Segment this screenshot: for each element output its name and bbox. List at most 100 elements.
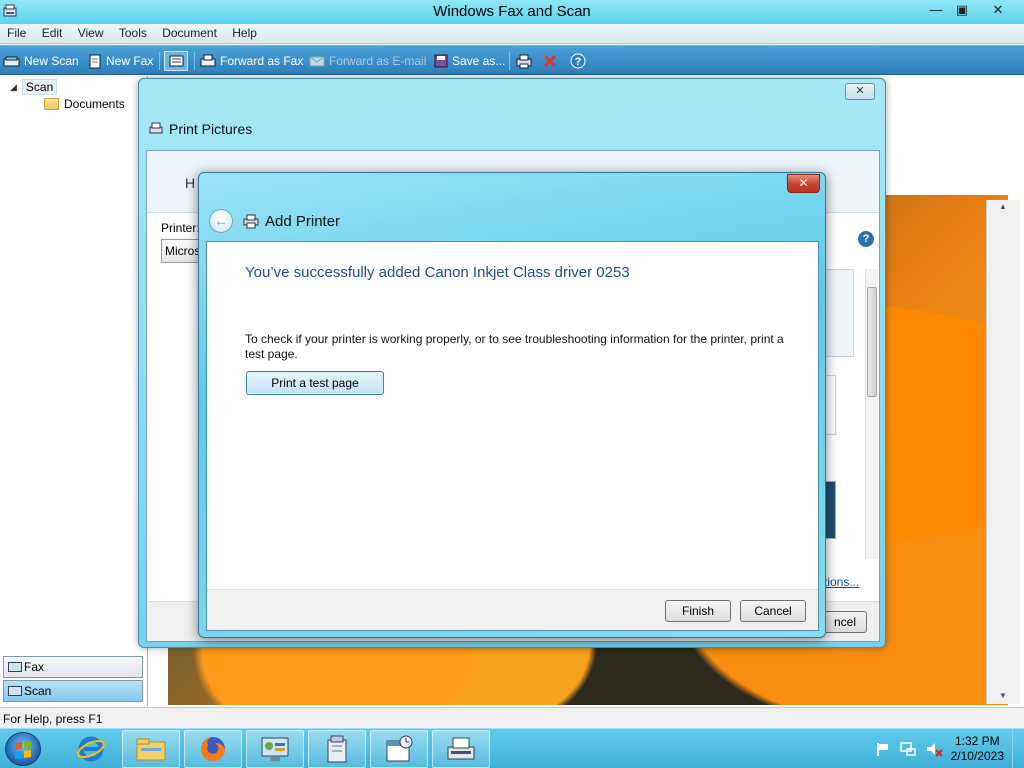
taskbar-control-panel[interactable] xyxy=(246,730,304,768)
test-page-description: To check if your printer is working prop… xyxy=(245,332,784,361)
clock[interactable]: 1:32 PM 2/10/2023 xyxy=(951,734,1004,764)
add-printer-footer: Finish Cancel xyxy=(207,589,818,630)
printer-icon xyxy=(516,54,532,68)
print-pictures-title: Print Pictures xyxy=(169,121,253,137)
print-pictures-heading: H xyxy=(185,175,196,191)
windows-logo-icon xyxy=(15,740,31,760)
nav-scan-button[interactable]: Scan xyxy=(3,680,143,702)
toolbar: New Scan New Fax Forward as Fax Forward … xyxy=(0,45,1024,75)
network-icon[interactable] xyxy=(899,741,917,757)
print-button[interactable] xyxy=(516,51,532,71)
new-scan-button[interactable]: New Scan xyxy=(3,51,79,71)
printer-icon xyxy=(149,122,163,134)
taskbar-scheduler[interactable] xyxy=(370,730,428,768)
restore-button[interactable]: ▣ xyxy=(947,0,977,20)
menu-edit[interactable]: Edit xyxy=(35,24,68,40)
main-titlebar: Windows Fax and Scan — ▣ ✕ xyxy=(0,0,1024,24)
taskbar-explorer[interactable] xyxy=(122,730,180,768)
delete-button[interactable] xyxy=(543,51,557,71)
show-desktop-button[interactable] xyxy=(1012,729,1024,768)
menu-help[interactable]: Help xyxy=(225,24,262,40)
folder-icon xyxy=(44,98,59,110)
taskbar: 1:32 PM 2/10/2023 xyxy=(0,728,1024,768)
printer-icon xyxy=(243,214,259,229)
volume-muted-icon[interactable] xyxy=(925,741,943,757)
tree-node-scan[interactable]: ◢ Scan xyxy=(10,79,58,95)
forward-as-fax-button[interactable]: Forward as Fax xyxy=(200,51,303,71)
svg-text:?: ? xyxy=(575,56,582,68)
toolbar-separator xyxy=(509,52,510,70)
finish-button[interactable]: Finish xyxy=(665,600,731,622)
taskbar-ie[interactable] xyxy=(62,730,120,768)
tree-node-documents[interactable]: Documents xyxy=(44,97,125,111)
delete-icon xyxy=(543,54,557,68)
menu-file[interactable]: File xyxy=(0,24,31,40)
save-as-label: Save as... xyxy=(452,54,506,68)
nav-fax-label: Fax xyxy=(24,660,45,674)
fax-machine-icon xyxy=(447,737,475,760)
nav-fax-button[interactable]: Fax xyxy=(3,656,143,678)
preview-scrollbar[interactable]: ▲ ▼ xyxy=(986,200,1020,704)
print-help-icon[interactable]: ? xyxy=(858,231,874,247)
layout-scrollbar[interactable] xyxy=(865,269,878,559)
fax-icon xyxy=(200,54,216,67)
scrollbar-thumb[interactable] xyxy=(867,287,877,397)
help-button[interactable]: ? xyxy=(570,51,586,71)
calendar-clock-icon xyxy=(386,735,413,762)
toolbar-separator xyxy=(159,52,160,70)
new-fax-button[interactable]: New Fax xyxy=(88,51,153,71)
system-tray: 1:32 PM 2/10/2023 xyxy=(875,729,1004,768)
add-printer-dialog: ✕ ← Add Printer You’ve successfully adde… xyxy=(198,172,826,638)
internet-explorer-icon xyxy=(77,736,105,762)
view-icon xyxy=(169,55,183,67)
printer-label: Printer: xyxy=(161,221,200,235)
fax-nav-icon xyxy=(8,662,22,672)
scan-nav-icon xyxy=(8,686,22,696)
add-printer-titlebar: Add Printer xyxy=(243,213,340,230)
file-explorer-icon xyxy=(136,738,166,761)
success-heading: You’ve successfully added Canon Inkjet C… xyxy=(245,264,630,281)
scroll-down-icon[interactable]: ▼ xyxy=(999,691,1007,700)
new-document-icon xyxy=(89,54,101,68)
new-scan-label: New Scan xyxy=(24,54,79,68)
clock-date: 2/10/2023 xyxy=(950,749,1004,763)
action-center-flag-icon[interactable] xyxy=(875,741,891,757)
view-toggle-button[interactable] xyxy=(164,51,188,71)
start-button[interactable] xyxy=(5,732,41,766)
firefox-icon xyxy=(201,737,225,761)
forward-as-email-label: Forward as E-mail xyxy=(329,54,427,68)
taskbar-firefox[interactable] xyxy=(184,730,242,768)
menu-tools[interactable]: Tools xyxy=(112,24,152,40)
add-printer-close-button[interactable]: ✕ xyxy=(787,174,820,193)
status-text: For Help, press F1 xyxy=(3,712,103,726)
layout-thumbnail[interactable] xyxy=(824,269,854,357)
close-window-button[interactable]: ✕ xyxy=(983,0,1013,20)
add-printer-title: Add Printer xyxy=(265,213,341,230)
print-pictures-titlebar: Print Pictures xyxy=(149,121,252,137)
forward-as-fax-label: Forward as Fax xyxy=(220,54,304,68)
help-icon: ? xyxy=(570,53,586,69)
toolbar-separator xyxy=(194,52,195,70)
tree-expander-icon[interactable]: ◢ xyxy=(10,82,17,93)
print-test-page-button[interactable]: Print a test page xyxy=(246,371,384,395)
window-title: Windows Fax and Scan xyxy=(433,3,591,20)
taskbar-fax-scan[interactable] xyxy=(432,730,490,768)
email-icon xyxy=(309,56,325,67)
cancel-button[interactable]: Cancel xyxy=(740,600,806,622)
save-as-button[interactable]: Save as... xyxy=(434,51,505,71)
scanner-icon xyxy=(3,56,20,67)
options-link[interactable]: tions... xyxy=(824,575,859,589)
clock-time: 1:32 PM xyxy=(954,734,1000,748)
save-icon xyxy=(434,54,448,68)
print-pictures-close-button[interactable]: ✕ xyxy=(845,83,875,100)
forward-as-email-button[interactable]: Forward as E-mail xyxy=(309,51,426,71)
taskbar-recycle[interactable] xyxy=(308,730,366,768)
tree-documents-label: Documents xyxy=(64,97,125,111)
folder-tree-pane: ◢ Scan Documents xyxy=(0,76,148,706)
add-printer-body: You’ve successfully added Canon Inkjet C… xyxy=(206,241,819,631)
menu-view[interactable]: View xyxy=(71,24,109,40)
back-arrow-icon[interactable]: ← xyxy=(209,209,233,233)
menu-document[interactable]: Document xyxy=(155,24,222,40)
scroll-up-icon[interactable]: ▲ xyxy=(999,202,1007,211)
control-panel-icon xyxy=(261,737,289,761)
